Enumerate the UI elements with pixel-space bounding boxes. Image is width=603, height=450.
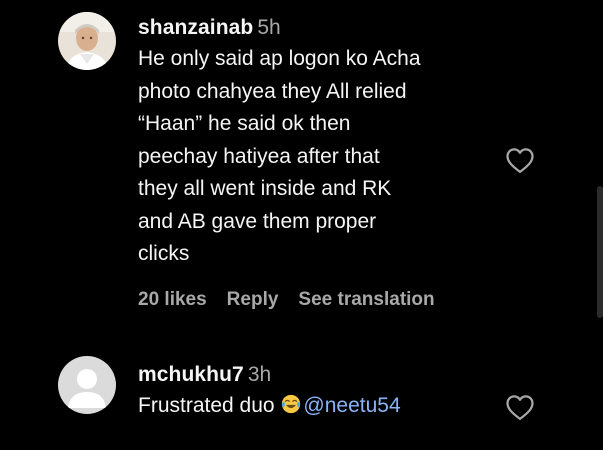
comment-text-line: He only said ap logon ko Acha (138, 47, 421, 70)
comment-text-line: “Haan” he said ok then (138, 112, 351, 135)
avatar[interactable] (58, 356, 116, 414)
like-button[interactable] (505, 393, 535, 421)
default-avatar-icon (58, 356, 116, 414)
comment-actions: 20 likes Reply See translation (138, 289, 455, 311)
comment-username[interactable]: shanzainab (138, 16, 253, 39)
see-translation-button[interactable]: See translation (298, 289, 434, 310)
comment-text-line: photo chahyea they All relied (138, 79, 407, 103)
heart-outline-icon (506, 395, 534, 420)
comment-text-line: they all went inside and RK (138, 177, 392, 200)
comment-text-line: clicks (138, 242, 190, 265)
user-photo-avatar-icon (58, 12, 116, 70)
scrollbar[interactable] (597, 186, 603, 318)
mention-link[interactable]: @neetu54 (303, 394, 400, 417)
comment-text: He only said ap logon ko Acha photo chah… (138, 43, 498, 271)
face-with-tears-of-joy-icon (282, 394, 301, 414)
heart-outline-icon (506, 148, 534, 173)
reply-button[interactable]: Reply (227, 289, 279, 310)
avatar[interactable] (58, 12, 116, 70)
comment-text-line: peechay hatiyea after that (138, 144, 380, 168)
comment-text-body: Frustrated duo (138, 394, 281, 417)
comment-username[interactable]: mchukhu7 (138, 363, 244, 386)
likes-count-link[interactable]: 20 likes (138, 289, 207, 310)
comment-time: 5h (257, 16, 281, 39)
comment-text: Frustrated duo @neetu54 (138, 390, 498, 423)
like-button[interactable] (505, 146, 535, 174)
comment-time: 3h (247, 363, 272, 386)
comment-text-line: and AB gave them proper (138, 209, 377, 233)
